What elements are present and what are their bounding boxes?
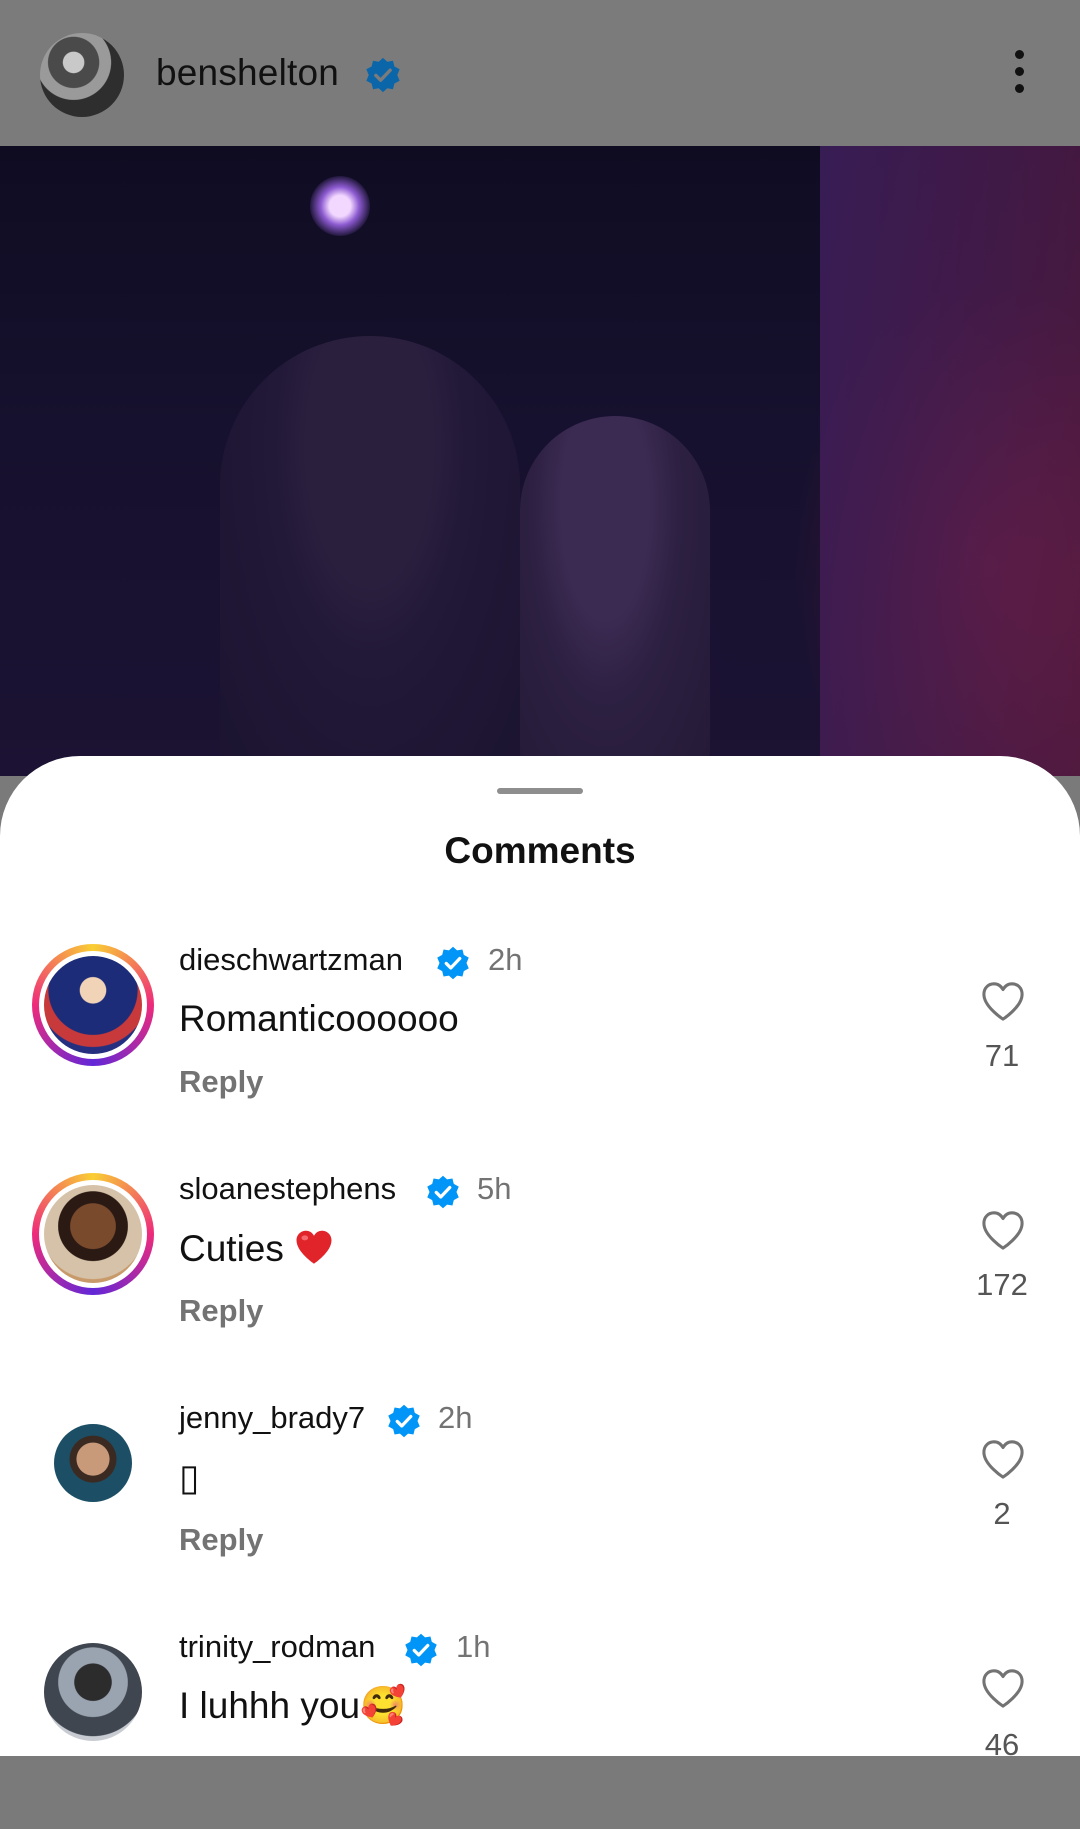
- like-count: 46: [984, 1727, 1020, 1762]
- comment-username[interactable]: jenny_brady7: [179, 1400, 365, 1436]
- verified-badge-icon: [427, 1175, 459, 1209]
- comment-time: 5h: [477, 1171, 512, 1206]
- verified-badge-icon: [405, 1633, 437, 1667]
- comment-text-content: Cuties: [179, 1228, 284, 1269]
- comment-username[interactable]: trinity_rodman: [179, 1629, 375, 1665]
- comment-username[interactable]: sloanestephens: [179, 1171, 396, 1207]
- photo-figure-left: [220, 336, 520, 776]
- comment-item: trinity_rodman 1h I luhhh you🥰 46: [0, 1629, 1080, 1829]
- post-header: benshelton: [0, 0, 1080, 147]
- red-heart-emoji-icon: [296, 1230, 332, 1264]
- comment-text: I luhhh you🥰: [179, 1685, 407, 1726]
- avatar-wrapper[interactable]: [32, 1631, 154, 1753]
- comment-item: sloanestephens 5h Cuties Reply 172: [0, 1171, 1080, 1371]
- comment-text: Romanticoooooo: [179, 998, 459, 1039]
- drag-handle[interactable]: [497, 788, 583, 794]
- avatar[interactable]: [44, 956, 142, 1054]
- more-options-icon[interactable]: [1004, 50, 1034, 100]
- avatar-story-ring[interactable]: [32, 1173, 154, 1295]
- avatar[interactable]: [44, 1643, 142, 1741]
- like-count: 172: [976, 1267, 1028, 1302]
- sheet-title: Comments: [444, 830, 636, 871]
- like-heart-icon[interactable]: [980, 1438, 1026, 1480]
- comment-item: jenny_brady7 2h ▯ Reply 2: [0, 1400, 1080, 1600]
- comment-text: ▯: [179, 1457, 200, 1498]
- profile-avatar[interactable]: [40, 33, 124, 117]
- photo-figure-right: [520, 416, 710, 776]
- comment-item: dieschwartzman 2h Romanticoooooo Reply 7…: [0, 942, 1080, 1142]
- avatar-wrapper[interactable]: [32, 1402, 154, 1524]
- like-heart-icon[interactable]: [980, 1209, 1026, 1251]
- header-username[interactable]: benshelton: [156, 52, 339, 94]
- ceiling-light: [310, 176, 370, 236]
- comment-time: 1h: [456, 1629, 491, 1664]
- reply-button[interactable]: Reply: [179, 1293, 263, 1329]
- verified-badge-icon: [388, 1404, 420, 1438]
- comment-time: 2h: [488, 942, 523, 977]
- verified-badge-icon: [437, 946, 469, 980]
- like-heart-icon[interactable]: [980, 1667, 1026, 1709]
- avatar[interactable]: [54, 1424, 132, 1502]
- avatar[interactable]: [44, 1185, 142, 1283]
- like-heart-icon[interactable]: [980, 980, 1026, 1022]
- verified-badge-icon: [366, 57, 400, 93]
- like-count: 2: [993, 1496, 1011, 1531]
- post-photo[interactable]: [0, 146, 1080, 776]
- reply-button[interactable]: Reply: [179, 1522, 263, 1558]
- comment-text: Cuties: [179, 1227, 334, 1270]
- avatar-story-ring[interactable]: [32, 944, 154, 1066]
- comment-time: 2h: [438, 1400, 473, 1435]
- comments-sheet: Comments dieschwartzman 2h Romanticooooo…: [0, 756, 1080, 1762]
- photo-curtain: [820, 146, 1080, 776]
- comment-username[interactable]: dieschwartzman: [179, 942, 403, 978]
- like-count: 71: [984, 1038, 1020, 1073]
- reply-button[interactable]: Reply: [179, 1064, 263, 1100]
